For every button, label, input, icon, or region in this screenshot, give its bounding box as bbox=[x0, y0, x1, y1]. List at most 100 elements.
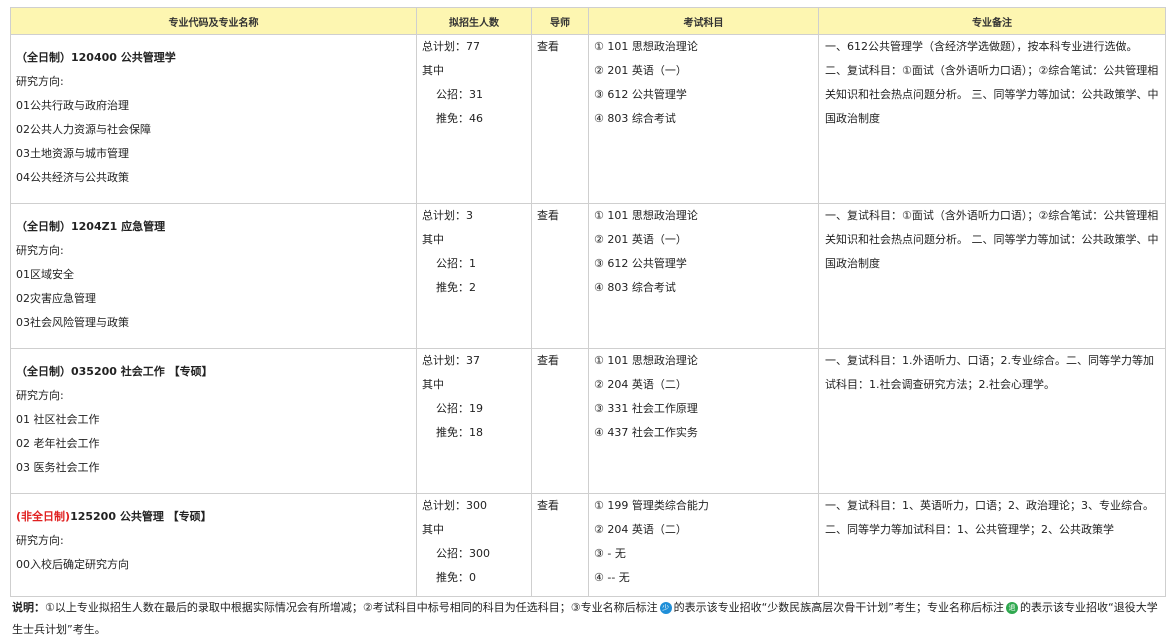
research-direction: 01区域安全 bbox=[16, 268, 74, 281]
recommend-quota: 推免：18 bbox=[436, 426, 483, 439]
enrollment-cell: 总计划：77 其中 公招：31 推免：46 bbox=[416, 34, 532, 204]
exam-subject: ① 101 思想政治理论 bbox=[594, 354, 698, 367]
header-major: 专业代码及专业名称 bbox=[10, 7, 417, 35]
exam-subject: ④ 437 社会工作实务 bbox=[594, 426, 698, 439]
exam-subject: ① 101 思想政治理论 bbox=[594, 209, 698, 222]
footnote-label: 说明： bbox=[12, 601, 45, 614]
total-plan: 总计划：3 bbox=[422, 209, 473, 222]
research-label: 研究方向: bbox=[16, 75, 64, 88]
exam-subject: ③ 612 公共管理学 bbox=[594, 257, 687, 270]
research-direction: 02灾害应急管理 bbox=[16, 292, 96, 305]
exam-subject: ① 199 管理类综合能力 bbox=[594, 499, 709, 512]
enrollment-cell: 总计划：300 其中 公招：300 推免：0 bbox=[416, 493, 532, 597]
study-form: (非全日制) bbox=[16, 510, 71, 523]
enrollment-cell: 总计划：37 其中 公招：19 推免：18 bbox=[416, 348, 532, 494]
study-form: （全日制） bbox=[16, 51, 71, 64]
study-form: （全日制） bbox=[16, 220, 71, 233]
study-form: （全日制） bbox=[16, 365, 71, 378]
public-quota: 公招：31 bbox=[436, 88, 483, 101]
page: 专业代码及专业名称 拟招生人数 导师 考试科目 专业备注 （全日制）120400… bbox=[0, 0, 1176, 642]
major-cell: (非全日制)125200 公共管理 【专硕】 研究方向: 00入校后确定研究方向 bbox=[10, 493, 417, 597]
subjects-cell: ① 101 思想政治理论 ② 201 英语（一） ③ 612 公共管理学 ④ 803 … bbox=[588, 34, 819, 204]
tutor-cell: 查看 bbox=[531, 203, 589, 349]
tutor-cell: 查看 bbox=[531, 493, 589, 597]
view-tutor-link[interactable]: 查看 bbox=[537, 35, 584, 59]
veteran-plan-icon: 退 bbox=[1006, 602, 1018, 614]
among-label: 其中 bbox=[422, 233, 444, 246]
exam-subject: ② 204 英语（二） bbox=[594, 523, 687, 536]
major-cell: （全日制）120400 公共管理学 研究方向: 01公共行政与政府治理 02公共人… bbox=[10, 34, 417, 204]
view-tutor-link[interactable]: 查看 bbox=[537, 204, 584, 228]
major-remark: 一、612公共管理学（含经济学选做题），按本科专业进行选做。 二、复试科目：①面… bbox=[825, 40, 1159, 125]
header-remarks: 专业备注 bbox=[818, 7, 1166, 35]
major-code-name: 120400 公共管理学 bbox=[71, 51, 176, 64]
enrollment-cell: 总计划：3 其中 公招：1 推免：2 bbox=[416, 203, 532, 349]
major-remark: 一、复试科目：①面试（含外语听力口语）；②综合笔试：公共管理相关知识和社会热点问… bbox=[825, 209, 1159, 270]
research-label: 研究方向: bbox=[16, 389, 64, 402]
recommend-quota: 推免：46 bbox=[436, 112, 483, 125]
public-quota: 公招：300 bbox=[436, 547, 490, 560]
research-label: 研究方向: bbox=[16, 244, 64, 257]
major-title: （全日制）1204Z1 应急管理 bbox=[16, 215, 412, 239]
major-code-name: 1204Z1 应急管理 bbox=[71, 220, 166, 233]
research-direction: 03土地资源与城市管理 bbox=[16, 147, 129, 160]
public-quota: 公招：1 bbox=[436, 257, 476, 270]
exam-subject: ④ 803 综合考试 bbox=[594, 112, 676, 125]
research-label: 研究方向: bbox=[16, 534, 64, 547]
among-label: 其中 bbox=[422, 378, 444, 391]
research-direction: 03 医务社会工作 bbox=[16, 461, 100, 474]
exam-subject: ④ 803 综合考试 bbox=[594, 281, 676, 294]
table-row: （全日制）035200 社会工作 【专硕】 研究方向: 01 社区社会工作 02 … bbox=[10, 348, 1166, 494]
remarks-cell: 一、复试科目：①面试（含外语听力口语）；②综合笔试：公共管理相关知识和社会热点问… bbox=[818, 203, 1166, 349]
among-label: 其中 bbox=[422, 523, 444, 536]
major-title: （全日制）120400 公共管理学 bbox=[16, 46, 412, 70]
research-direction: 01公共行政与政府治理 bbox=[16, 99, 129, 112]
subjects-cell: ① 101 思想政治理论 ② 204 英语（二） ③ 331 社会工作原理 ④ 437… bbox=[588, 348, 819, 494]
major-remark: 一、复试科目：1.外语听力、口语；2.专业综合。二、同等学力等加试科目：1.社会… bbox=[825, 354, 1154, 391]
research-direction: 04公共经济与公共政策 bbox=[16, 171, 129, 184]
tutor-cell: 查看 bbox=[531, 348, 589, 494]
research-direction: 01 社区社会工作 bbox=[16, 413, 100, 426]
total-plan: 总计划：37 bbox=[422, 354, 480, 367]
view-tutor-link[interactable]: 查看 bbox=[537, 494, 584, 518]
tutor-cell: 查看 bbox=[531, 34, 589, 204]
table-row: （全日制）120400 公共管理学 研究方向: 01公共行政与政府治理 02公共人… bbox=[10, 34, 1166, 204]
total-plan: 总计划：77 bbox=[422, 40, 480, 53]
subjects-cell: ① 199 管理类综合能力 ② 204 英语（二） ③ - 无 ④ -- 无 bbox=[588, 493, 819, 597]
minority-plan-icon: 少 bbox=[659, 602, 672, 614]
major-title: （全日制）035200 社会工作 【专硕】 bbox=[16, 360, 412, 384]
exam-subject: ③ - 无 bbox=[594, 547, 626, 560]
exam-subject: ② 204 英语（二） bbox=[594, 378, 687, 391]
remarks-cell: 一、复试科目：1.外语听力、口语；2.专业综合。二、同等学力等加试科目：1.社会… bbox=[818, 348, 1166, 494]
major-code-name: 035200 社会工作 【专硕】 bbox=[71, 365, 213, 378]
research-direction: 03社会风险管理与政策 bbox=[16, 316, 129, 329]
major-remark: 一、复试科目：1、英语听力，口语；2、政治理论；3、专业综合。 二、同等学力等加… bbox=[825, 499, 1154, 536]
exam-subject: ② 201 英语（一） bbox=[594, 233, 687, 246]
research-direction: 02 老年社会工作 bbox=[16, 437, 100, 450]
table-row: （全日制）1204Z1 应急管理 研究方向: 01区域安全 02灾害应急管理 03社… bbox=[10, 203, 1166, 349]
header-tutor: 导师 bbox=[531, 7, 589, 35]
among-label: 其中 bbox=[422, 64, 444, 77]
major-code-name: 125200 公共管理 【专硕】 bbox=[70, 510, 212, 523]
admissions-table: 专业代码及专业名称 拟招生人数 导师 考试科目 专业备注 （全日制）120400… bbox=[10, 7, 1166, 597]
exam-subject: ① 101 思想政治理论 bbox=[594, 40, 698, 53]
recommend-quota: 推免：0 bbox=[436, 571, 476, 584]
table-row: (非全日制)125200 公共管理 【专硕】 研究方向: 00入校后确定研究方向… bbox=[10, 493, 1166, 597]
remarks-cell: 一、复试科目：1、英语听力，口语；2、政治理论；3、专业综合。 二、同等学力等加… bbox=[818, 493, 1166, 597]
total-plan: 总计划：300 bbox=[422, 499, 487, 512]
recommend-quota: 推免：2 bbox=[436, 281, 476, 294]
footnote: 说明：①以上专业拟招生人数在最后的录取中根据实际情况会有所增减；②考试科目中标号… bbox=[12, 597, 1162, 641]
header-enrollment: 拟招生人数 bbox=[416, 7, 532, 35]
view-tutor-link[interactable]: 查看 bbox=[537, 349, 584, 373]
header-subjects: 考试科目 bbox=[588, 7, 819, 35]
research-direction: 00入校后确定研究方向 bbox=[16, 558, 129, 571]
remarks-cell: 一、612公共管理学（含经济学选做题），按本科专业进行选做。 二、复试科目：①面… bbox=[818, 34, 1166, 204]
exam-subject: ③ 331 社会工作原理 bbox=[594, 402, 698, 415]
major-cell: （全日制）1204Z1 应急管理 研究方向: 01区域安全 02灾害应急管理 03社… bbox=[10, 203, 417, 349]
exam-subject: ② 201 英语（一） bbox=[594, 64, 687, 77]
table-header-row: 专业代码及专业名称 拟招生人数 导师 考试科目 专业备注 bbox=[10, 7, 1166, 35]
subjects-cell: ① 101 思想政治理论 ② 201 英语（一） ③ 612 公共管理学 ④ 803 … bbox=[588, 203, 819, 349]
research-direction: 02公共人力资源与社会保障 bbox=[16, 123, 151, 136]
footnote-text-1: ①以上专业拟招生人数在最后的录取中根据实际情况会有所增减；②考试科目中标号相同的… bbox=[45, 601, 658, 614]
major-title: (非全日制)125200 公共管理 【专硕】 bbox=[16, 505, 412, 529]
